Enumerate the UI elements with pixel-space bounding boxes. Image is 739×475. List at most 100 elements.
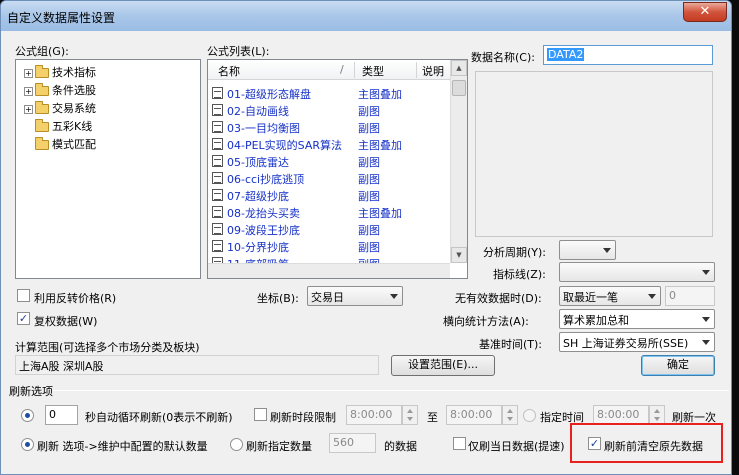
no-data-time-select[interactable]: 取最近一笔 (559, 286, 661, 306)
time-to-spinner[interactable] (502, 405, 518, 425)
formula-name: 01-超级形态解盘 (227, 88, 311, 101)
formula-name: 03-一目均衡图 (227, 122, 300, 135)
calc-range-label: 计算范围(可选择多个市场分类及板块) (15, 341, 200, 354)
list-item[interactable]: 01-超级形态解盘 主图叠加 (210, 85, 452, 102)
set-range-button[interactable]: 设置范围(E)... (391, 355, 495, 376)
scroll-thumb[interactable] (452, 80, 466, 96)
column-type[interactable]: 类型 (362, 63, 384, 79)
time-to-input[interactable]: 8:00:00 (446, 405, 502, 425)
folder-icon (35, 65, 49, 78)
formula-type: 副图 (358, 173, 380, 186)
formula-name: 08-龙抬头买卖 (227, 207, 300, 220)
sort-indicator: / (340, 63, 344, 76)
count-input[interactable]: 560 (329, 433, 376, 453)
data-name-label: 数据名称(C): (471, 51, 535, 64)
formula-icon (212, 87, 223, 99)
tree-item[interactable]: + 条件选股 (24, 82, 96, 100)
data-name-input[interactable]: DATA2 (543, 45, 713, 65)
refresh-section-label: 刷新选项 (9, 385, 53, 398)
expand-icon[interactable]: + (24, 104, 33, 114)
time-from-input[interactable]: 8:00:00 (346, 405, 402, 425)
expand-icon[interactable]: + (24, 68, 33, 78)
formula-group-label: 公式组(G): (15, 45, 69, 58)
ok-button[interactable]: 确定 (641, 355, 715, 376)
base-time-label: 基准时间(T): (479, 338, 543, 351)
tree-item[interactable]: 模式匹配 (24, 136, 96, 154)
time-limit-checkbox[interactable] (254, 408, 267, 421)
chevron-down-icon (702, 340, 710, 345)
list-item[interactable]: 04-PEL实现的SAR算法 主图叠加 (210, 136, 452, 153)
indicator-line-select[interactable] (559, 262, 715, 282)
rights-data-checkbox[interactable]: ✓ (17, 312, 30, 325)
list-item[interactable]: 09-波段王抄底 副图 (210, 221, 452, 238)
today-only-label: 仅刷当日数据(提速) (468, 440, 565, 453)
formula-list-hscroll[interactable] (208, 263, 450, 278)
formula-list-vscroll[interactable]: ▲ ▼ (450, 60, 467, 263)
formula-name: 09-波段王抄底 (227, 224, 300, 237)
analysis-period-select[interactable] (559, 240, 616, 260)
formula-name: 04-PEL实现的SAR算法 (227, 139, 343, 152)
coordinate-select[interactable]: 交易日 (307, 286, 403, 306)
formula-group-tree[interactable]: + 技术指标 + 条件选股 + 交易系统五彩K线模式匹配 (15, 59, 201, 279)
analysis-period-label: 分析周期(Y): (483, 246, 547, 259)
formula-icon (212, 189, 223, 201)
scroll-up-icon[interactable]: ▲ (451, 60, 467, 76)
formula-list-label: 公式列表(L): (207, 45, 270, 58)
list-item[interactable]: 08-龙抬头买卖 主图叠加 (210, 204, 452, 221)
formula-icon (212, 240, 223, 252)
list-item[interactable]: 05-顶底雷达 副图 (210, 153, 452, 170)
window-title: 自定义数据属性设置 (7, 11, 116, 25)
no-data-number-input[interactable]: 0 (665, 286, 715, 306)
list-item[interactable]: 06-cci抄底逃顶 副图 (210, 170, 452, 187)
folder-icon (35, 137, 49, 150)
close-button[interactable]: ✕ (683, 2, 727, 22)
formula-type: 副图 (358, 190, 380, 203)
formula-list[interactable]: 名称 / 类型 说明 01-超级形态解盘 主图叠加 02-自动画线 副图 03-一目均衡… (207, 59, 468, 279)
reverse-price-checkbox[interactable] (17, 289, 30, 302)
list-item[interactable]: 02-自动画线 副图 (210, 102, 452, 119)
list-item[interactable]: 10-分界抄底 副图 (210, 238, 452, 255)
folder-icon (35, 83, 49, 96)
list-item[interactable]: 07-超级抄底 副图 (210, 187, 452, 204)
default-count-label: 刷新 选项->维护中配置的默认数量 (37, 440, 208, 453)
time-limit-label: 刷新时段限制 (270, 411, 336, 424)
chevron-down-icon (702, 270, 710, 275)
list-item[interactable]: 03-一目均衡图 副图 (210, 119, 452, 136)
specified-time-input[interactable]: 8:00:00 (593, 405, 649, 425)
specified-count-label: 刷新指定数量 (246, 440, 312, 453)
base-time-select[interactable]: SH 上海证券交易所(SSE) (559, 332, 715, 352)
default-count-radio[interactable] (21, 438, 34, 451)
formula-icon (212, 155, 223, 167)
horizontal-method-select[interactable]: 算术累加总和 (559, 309, 715, 329)
refresh-divider (53, 390, 729, 391)
tree-item-label: 条件选股 (52, 84, 96, 97)
specified-time-spinner[interactable] (649, 405, 665, 425)
to-label: 至 (427, 411, 438, 424)
column-description[interactable]: 说明 (422, 63, 444, 79)
horizontal-method-label: 横向统计方法(A): (443, 315, 529, 328)
specified-count-radio[interactable] (230, 438, 243, 451)
tree-item[interactable]: 五彩K线 (24, 118, 92, 136)
tree-item-label: 模式匹配 (52, 138, 96, 151)
interval-refresh-radio[interactable] (21, 409, 34, 422)
tree-item[interactable]: + 技术指标 (24, 64, 96, 82)
tree-item[interactable]: + 交易系统 (24, 100, 96, 118)
tree-item-label: 技术指标 (52, 66, 96, 79)
scroll-down-icon[interactable]: ▼ (451, 247, 467, 263)
today-only-checkbox[interactable] (453, 437, 466, 450)
interval-label: 秒自动循环刷新(0表示不刷新) (85, 411, 233, 424)
column-name[interactable]: 名称 (218, 63, 240, 79)
formula-type: 主图叠加 (358, 207, 402, 220)
formula-type: 副图 (358, 224, 380, 237)
folder-icon (35, 119, 49, 132)
expand-icon[interactable]: + (24, 86, 33, 96)
count-unit-label: 的数据 (384, 440, 417, 453)
specified-time-radio[interactable] (523, 409, 536, 422)
formula-description-area (475, 71, 713, 237)
custom-data-properties-dialog: 自定义数据属性设置 ✕ 公式组(G): + 技术指标 + 条件选股 + 交易系统五彩K线模… (0, 0, 732, 475)
tree-item-label: 五彩K线 (52, 120, 93, 133)
formula-list-header: 名称 / 类型 说明 (208, 60, 467, 80)
interval-seconds-input[interactable]: 0 (45, 405, 78, 425)
tree-item-label: 交易系统 (52, 102, 96, 115)
time-from-spinner[interactable] (402, 405, 418, 425)
